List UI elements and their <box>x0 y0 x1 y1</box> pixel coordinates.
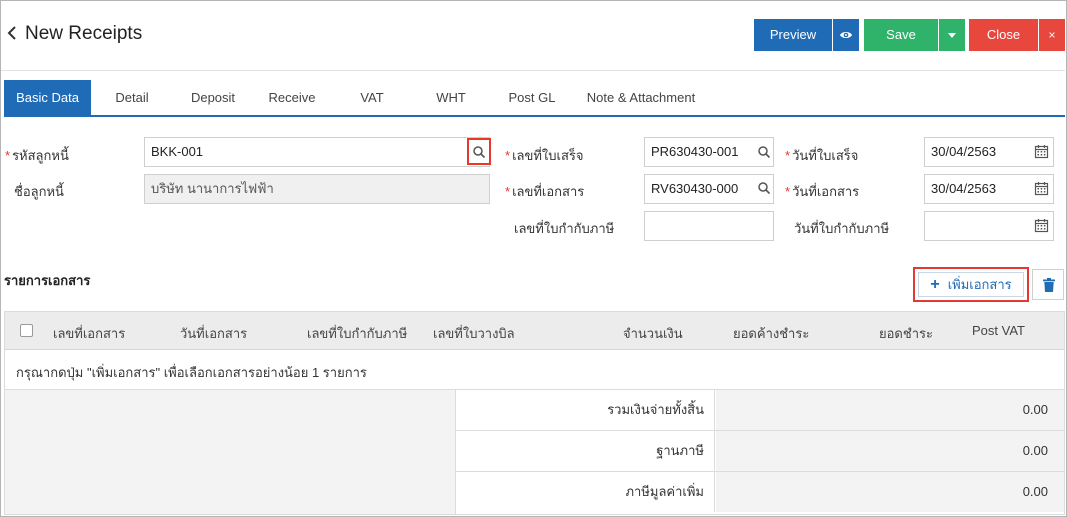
delete-button[interactable] <box>1032 269 1064 300</box>
search-icon[interactable] <box>757 181 773 197</box>
add-document-button[interactable]: + เพิ่มเอกสาร <box>918 272 1024 297</box>
tab-post-gl[interactable]: Post GL <box>500 80 564 115</box>
chevron-left-icon[interactable] <box>7 25 17 45</box>
debtor-code-input[interactable]: BKK-001 <box>144 137 490 167</box>
tax-invoice-no-label: เลขที่ใบกำกับภาษี <box>514 221 615 236</box>
search-icon[interactable] <box>757 145 773 161</box>
receipt-no-label: * เลขที่ใบเสร็จ <box>505 148 584 163</box>
doc-date-label: * วันที่เอกสาร <box>785 184 860 199</box>
summary-value: 0.00 <box>716 472 1064 512</box>
debtor-name-label: ชื่อลูกหนี้ <box>14 184 64 199</box>
tab-bar: Basic Data Detail Deposit Receive VAT WH… <box>4 80 1065 117</box>
summary-spacer <box>5 390 456 514</box>
empty-message: กรุณากดปุ่ม "เพิ่มเอกสาร" เพื่อเลือกเอกส… <box>16 365 367 380</box>
calendar-icon[interactable] <box>1034 144 1050 160</box>
empty-row: กรุณากดปุ่ม "เพิ่มเอกสาร" เพื่อเลือกเอกส… <box>5 350 1064 390</box>
documents-table: เลขที่เอกสาร วันที่เอกสาร เลขที่ใบกำกับภ… <box>4 311 1065 515</box>
doc-no-input[interactable]: RV630430-000 <box>644 174 774 204</box>
summary-value: 0.00 <box>716 390 1064 430</box>
column-header[interactable]: ยอดค้างชำระ <box>733 323 809 344</box>
tax-invoice-no-input[interactable] <box>644 211 774 241</box>
column-header[interactable]: เลขที่เอกสาร <box>53 323 125 344</box>
close-button[interactable]: Close <box>969 19 1038 51</box>
search-icon[interactable] <box>472 145 488 161</box>
tab-basic-data[interactable]: Basic Data <box>4 80 91 115</box>
eye-icon[interactable] <box>833 19 859 51</box>
debtor-name-field: บริษัท นานาการไฟฟ้า <box>144 174 490 204</box>
summary-label: ภาษีมูลค่าเพิ่ม <box>456 472 715 512</box>
caret-down-icon <box>948 33 956 39</box>
calendar-icon[interactable] <box>1034 181 1050 197</box>
tab-deposit[interactable]: Deposit <box>180 80 246 115</box>
column-header[interactable]: วันที่เอกสาร <box>180 323 247 344</box>
tab-receive[interactable]: Receive <box>259 80 325 115</box>
column-header[interactable]: ยอดชำระ <box>879 323 933 344</box>
page-title: New Receipts <box>25 23 143 44</box>
save-dropdown-button[interactable] <box>939 19 965 51</box>
tax-invoice-date-label: วันที่ใบกำกับภาษี <box>794 221 890 236</box>
tab-wht[interactable]: WHT <box>419 80 483 115</box>
documents-section-title: รายการเอกสาร <box>4 273 91 288</box>
save-button[interactable]: Save <box>864 19 938 51</box>
summary-label: ฐานภาษี <box>456 431 715 471</box>
summary-label: รวมเงินจ่ายทั้งสิ้น <box>456 390 715 430</box>
calendar-icon[interactable] <box>1034 218 1050 234</box>
tab-note-attachment[interactable]: Note & Attachment <box>582 80 700 115</box>
doc-no-label: * เลขที่เอกสาร <box>505 184 585 199</box>
summary-row-total: รวมเงินจ่ายทั้งสิ้น 0.00 <box>456 390 1064 431</box>
tab-vat[interactable]: VAT <box>340 80 404 115</box>
receipt-no-input[interactable]: PR630430-001 <box>644 137 774 167</box>
trash-icon <box>1043 278 1055 292</box>
tab-detail[interactable]: Detail <box>99 80 165 115</box>
receipt-date-label: * วันที่ใบเสร็จ <box>785 148 859 163</box>
preview-button[interactable]: Preview <box>754 19 832 51</box>
add-document-label: เพิ่มเอกสาร <box>947 277 1012 292</box>
column-header[interactable]: Post VAT <box>972 323 1025 338</box>
debtor-code-label: * รหัสลูกหนี้ <box>5 148 69 163</box>
summary-row-tax-base: ฐานภาษี 0.00 <box>456 431 1064 472</box>
page-header: New Receipts Preview Save Close × <box>1 1 1065 71</box>
summary-row-vat: ภาษีมูลค่าเพิ่ม 0.00 <box>456 472 1064 513</box>
table-header: เลขที่เอกสาร วันที่เอกสาร เลขที่ใบกำกับภ… <box>5 312 1064 350</box>
select-all-checkbox[interactable] <box>20 324 33 337</box>
summary-value: 0.00 <box>716 431 1064 471</box>
plus-icon: + <box>930 276 940 293</box>
column-header[interactable]: เลขที่ใบกำกับภาษี <box>307 323 407 344</box>
column-header[interactable]: เลขที่ใบวางบิล <box>433 323 515 344</box>
close-icon[interactable]: × <box>1039 19 1065 51</box>
column-header[interactable]: จำนวนเงิน <box>623 323 683 344</box>
